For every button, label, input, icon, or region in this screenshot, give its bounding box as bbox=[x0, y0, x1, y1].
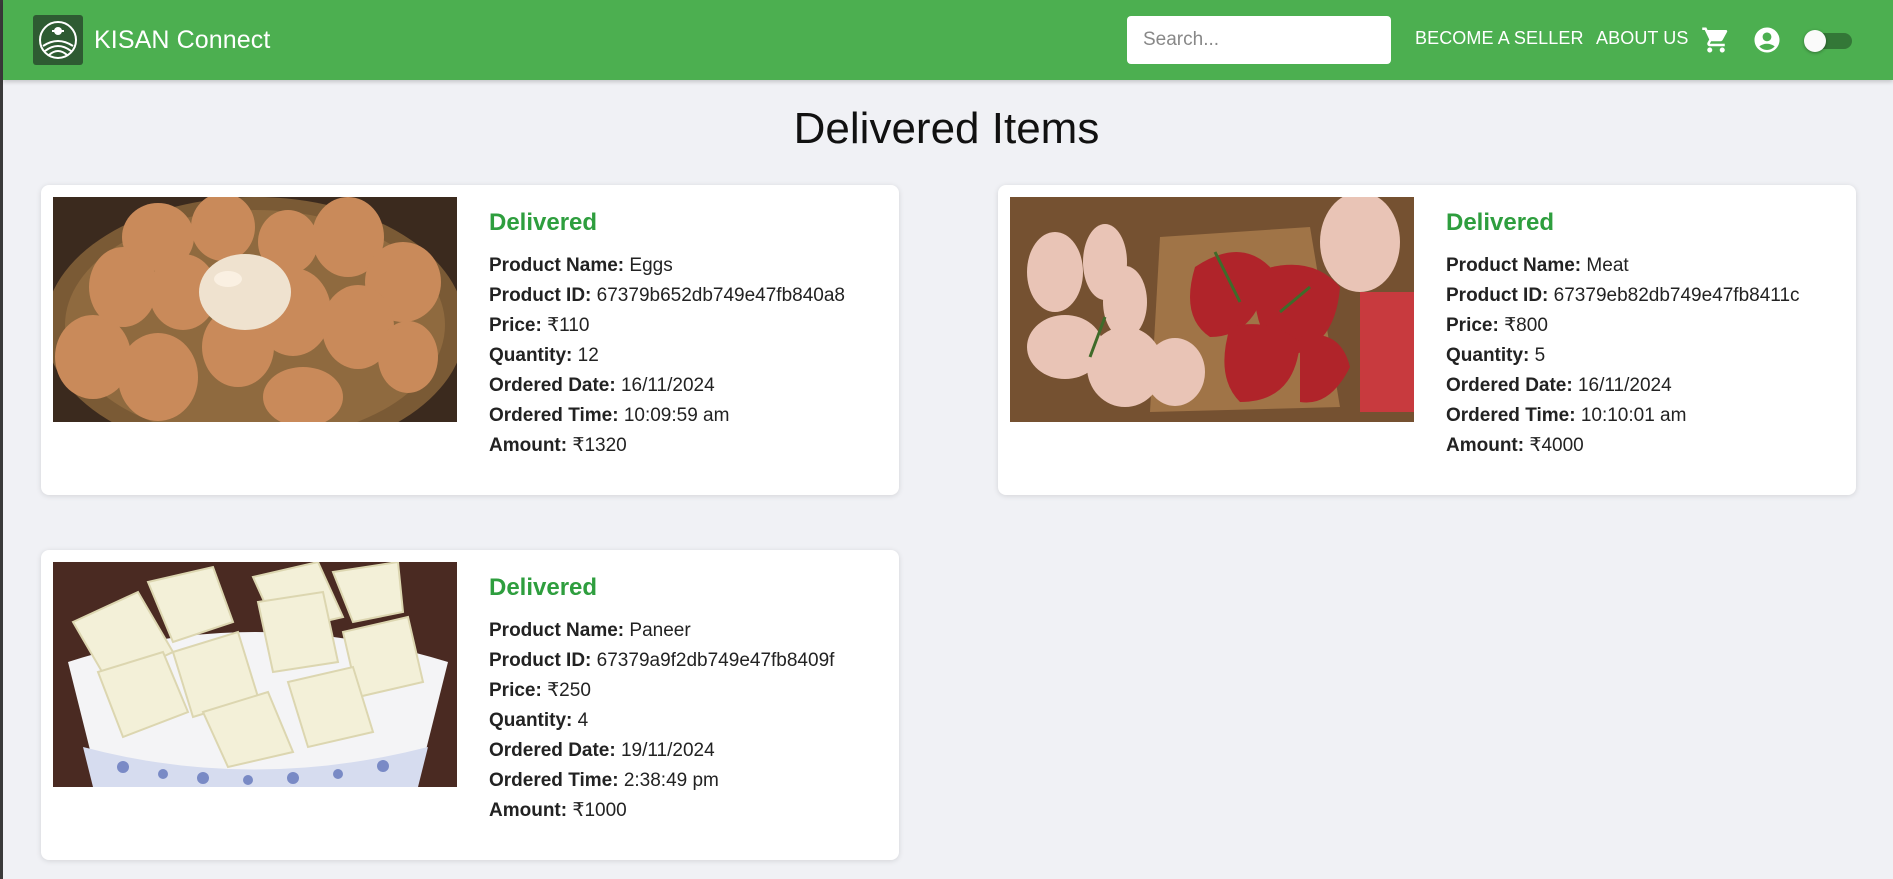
label: Product Name: bbox=[489, 620, 625, 641]
label: Ordered Date: bbox=[489, 375, 616, 396]
label: Quantity: bbox=[1446, 345, 1530, 366]
label: Product Name: bbox=[489, 255, 625, 276]
label: Ordered Time: bbox=[489, 770, 619, 791]
product-id-row: Product ID: 67379b652db749e47fb840a8 bbox=[489, 281, 845, 311]
brand[interactable]: KISAN Connect bbox=[33, 15, 270, 65]
amount-row: Amount: ₹1000 bbox=[489, 796, 834, 826]
quantity: 4 bbox=[577, 710, 589, 731]
quantity: 5 bbox=[1534, 345, 1546, 366]
product-id: 67379a9f2db749e47fb8409f bbox=[596, 650, 835, 671]
ordered-time-row: Ordered Time: 10:10:01 am bbox=[1446, 401, 1800, 431]
amount: ₹1320 bbox=[572, 435, 627, 456]
amount: ₹1000 bbox=[572, 800, 627, 821]
product-image-eggs bbox=[53, 197, 457, 422]
ordered-date: 19/11/2024 bbox=[620, 740, 715, 761]
ordered-date-row: Ordered Date: 19/11/2024 bbox=[489, 736, 834, 766]
ordered-time-row: Ordered Time: 10:09:59 am bbox=[489, 401, 845, 431]
quantity-row: Quantity: 5 bbox=[1446, 341, 1800, 371]
label: Price: bbox=[489, 315, 542, 336]
label: Ordered Date: bbox=[489, 740, 616, 761]
ordered-date: 16/11/2024 bbox=[620, 375, 715, 396]
label: Amount: bbox=[1446, 435, 1525, 456]
label: Quantity: bbox=[489, 710, 573, 731]
order-card-eggs: Delivered Product Name: Eggs Product ID:… bbox=[41, 185, 899, 495]
label: Ordered Time: bbox=[489, 405, 619, 426]
product-image-meat bbox=[1010, 197, 1414, 422]
top-navbar: KISAN Connect BECOME A SELLER ABOUT US bbox=[3, 0, 1893, 80]
label: Product ID: bbox=[1446, 285, 1549, 306]
theme-toggle[interactable] bbox=[1804, 30, 1852, 52]
ordered-date: 16/11/2024 bbox=[1577, 375, 1672, 396]
ordered-time: 2:38:49 pm bbox=[623, 770, 719, 791]
label: Amount: bbox=[489, 435, 568, 456]
product-id-row: Product ID: 67379eb82db749e47fb8411c bbox=[1446, 281, 1800, 311]
product-id-row: Product ID: 67379a9f2db749e47fb8409f bbox=[489, 646, 834, 676]
ordered-time: 10:10:01 am bbox=[1580, 405, 1687, 426]
product-details: Delivered Product Name: Paneer Product I… bbox=[489, 574, 834, 826]
order-card-paneer: Delivered Product Name: Paneer Product I… bbox=[41, 550, 899, 860]
product-name-row: Product Name: Eggs bbox=[489, 251, 845, 281]
price: ₹800 bbox=[1504, 315, 1548, 336]
order-card-meat: Delivered Product Name: Meat Product ID:… bbox=[998, 185, 1856, 495]
quantity: 12 bbox=[577, 345, 599, 366]
label: Product ID: bbox=[489, 285, 592, 306]
status-badge: Delivered bbox=[489, 209, 598, 236]
ordered-date-row: Ordered Date: 16/11/2024 bbox=[1446, 371, 1800, 401]
about-us-link[interactable]: ABOUT US bbox=[1596, 28, 1689, 49]
cart-icon[interactable] bbox=[1701, 25, 1731, 55]
product-name: Paneer bbox=[629, 620, 691, 641]
label: Amount: bbox=[489, 800, 568, 821]
label: Ordered Date: bbox=[1446, 375, 1573, 396]
label: Ordered Time: bbox=[1446, 405, 1576, 426]
status-badge: Delivered bbox=[1446, 209, 1555, 236]
brand-name: KISAN Connect bbox=[94, 25, 271, 54]
ordered-date-row: Ordered Date: 16/11/2024 bbox=[489, 371, 845, 401]
price: ₹110 bbox=[547, 315, 590, 336]
ordered-time: 10:09:59 am bbox=[623, 405, 730, 426]
toggle-knob bbox=[1804, 30, 1826, 52]
label: Price: bbox=[489, 680, 542, 701]
quantity-row: Quantity: 4 bbox=[489, 706, 834, 736]
product-details: Delivered Product Name: Meat Product ID:… bbox=[1446, 209, 1800, 461]
farm-logo-icon bbox=[33, 15, 83, 65]
product-id: 67379b652db749e47fb840a8 bbox=[596, 285, 845, 306]
amount: ₹4000 bbox=[1529, 435, 1584, 456]
become-seller-link[interactable]: BECOME A SELLER bbox=[1415, 28, 1584, 49]
price-row: Price: ₹800 bbox=[1446, 311, 1800, 341]
price: ₹250 bbox=[547, 680, 591, 701]
label: Product ID: bbox=[489, 650, 592, 671]
product-name-row: Product Name: Meat bbox=[1446, 251, 1800, 281]
status-badge: Delivered bbox=[489, 574, 598, 601]
ordered-time-row: Ordered Time: 2:38:49 pm bbox=[489, 766, 834, 796]
price-row: Price: ₹250 bbox=[489, 676, 834, 706]
search-input[interactable] bbox=[1127, 16, 1391, 64]
product-name: Meat bbox=[1586, 255, 1629, 276]
quantity-row: Quantity: 12 bbox=[489, 341, 845, 371]
product-image-paneer bbox=[53, 562, 457, 787]
product-details: Delivered Product Name: Eggs Product ID:… bbox=[489, 209, 845, 461]
label: Quantity: bbox=[489, 345, 573, 366]
product-name: Eggs bbox=[629, 255, 673, 276]
account-icon[interactable] bbox=[1752, 25, 1782, 55]
amount-row: Amount: ₹1320 bbox=[489, 431, 845, 461]
amount-row: Amount: ₹4000 bbox=[1446, 431, 1800, 461]
product-id: 67379eb82db749e47fb8411c bbox=[1553, 285, 1800, 306]
product-name-row: Product Name: Paneer bbox=[489, 616, 834, 646]
label: Product Name: bbox=[1446, 255, 1582, 276]
price-row: Price: ₹110 bbox=[489, 311, 845, 341]
label: Price: bbox=[1446, 315, 1499, 336]
page-title: Delivered Items bbox=[793, 104, 1100, 153]
